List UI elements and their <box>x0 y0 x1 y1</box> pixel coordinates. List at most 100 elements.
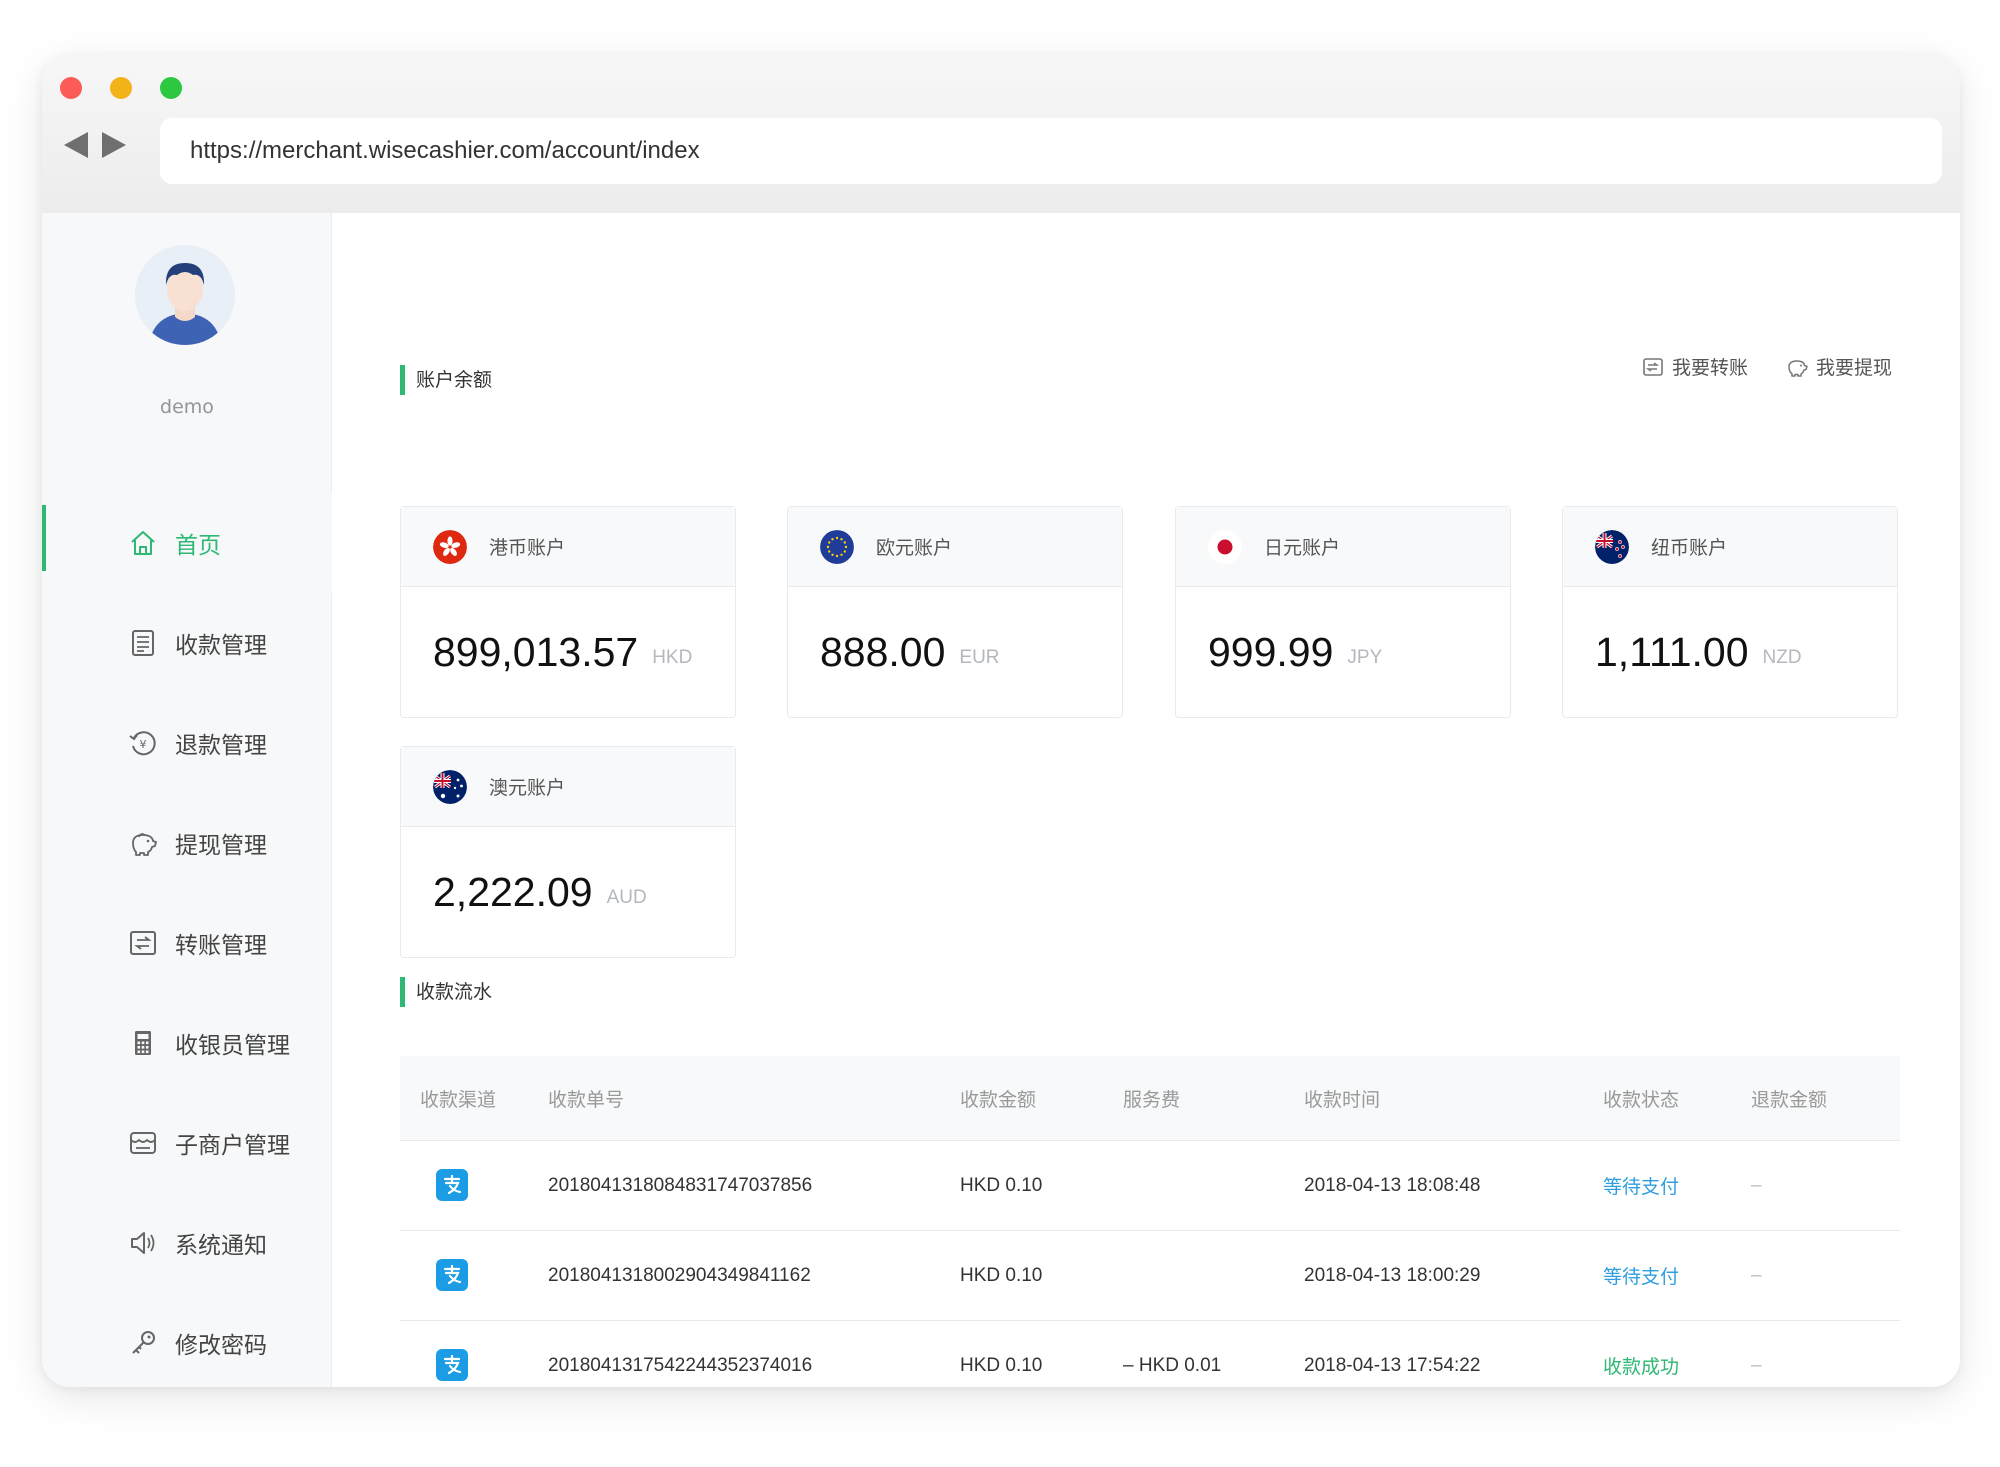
piggy-bank-icon <box>128 828 158 858</box>
account-name: 澳元账户 <box>489 777 566 799</box>
sidebar-item-label: 子商户管理 <box>175 1133 290 1159</box>
forward-arrow-icon[interactable] <box>102 132 126 158</box>
minimize-window-button[interactable] <box>110 77 132 99</box>
calculator-icon <box>128 1028 158 1058</box>
new-zealand-flag-icon <box>1595 529 1629 564</box>
japan-flag-icon <box>1208 529 1242 564</box>
status-cell: 收款成功 <box>1603 1357 1680 1378</box>
table-header: 收款渠道 收款单号 收款金额 服务费 收款时间 收款状态 退款金额 <box>400 1056 1900 1140</box>
sidebar-item-transfers[interactable]: 转账管理 <box>42 893 332 993</box>
column-header: 收款状态 <box>1603 1088 1680 1111</box>
time-cell: 2018-04-13 18:08:48 <box>1304 1174 1481 1196</box>
sidebar-item-refunds[interactable]: ¥ 退款管理 <box>42 693 332 793</box>
back-arrow-icon[interactable] <box>64 132 88 158</box>
sidebar-item-withdrawals[interactable]: 提现管理 <box>42 793 332 893</box>
browser-window: https://merchant.wisecashier.com/account… <box>42 55 1960 1387</box>
status-cell: 等待支付 <box>1603 1177 1680 1198</box>
sidebar-item-home[interactable]: 首页 <box>42 493 332 593</box>
svg-text:¥: ¥ <box>140 738 147 751</box>
account-name: 港币账户 <box>489 537 566 559</box>
home-icon <box>128 528 158 558</box>
transfer-button[interactable]: 我要转账 <box>1642 353 1748 380</box>
transactions-section-title: 收款流水 <box>400 977 492 1007</box>
account-currency: HKD <box>652 647 693 668</box>
column-header: 收款金额 <box>960 1088 1037 1111</box>
user-avatar-icon <box>135 245 235 345</box>
maximize-window-button[interactable] <box>160 77 182 99</box>
sidebar-item-collections[interactable]: 收款管理 <box>42 593 332 693</box>
sidebar-item-sub-merchants[interactable]: 子商户管理 <box>42 1093 332 1193</box>
account-amount: 899,013.57 <box>433 628 639 675</box>
transactions-table: 收款渠道 收款单号 收款金额 服务费 收款时间 收款状态 退款金额 201804… <box>400 1056 1900 1387</box>
column-header: 收款渠道 <box>420 1088 497 1111</box>
transfer-button-label: 我要转账 <box>1671 357 1748 379</box>
refund-cell: – <box>1751 1354 1762 1376</box>
column-header: 收款时间 <box>1304 1088 1381 1111</box>
amount-cell: HKD 0.10 <box>960 1264 1043 1286</box>
refund-cell: – <box>1751 1174 1762 1196</box>
balance-actions: 我要转账 我要提现 <box>1642 353 1892 380</box>
address-bar[interactable]: https://merchant.wisecashier.com/account… <box>160 118 1942 184</box>
status-cell: 等待支付 <box>1603 1267 1680 1288</box>
account-card-body: 2,222.09 AUD <box>401 827 735 957</box>
sidebar-item-label: 转账管理 <box>175 933 267 959</box>
refund-cell: – <box>1751 1264 1762 1286</box>
column-header: 收款单号 <box>548 1088 625 1111</box>
order-number: 2018041318002904349841162 <box>548 1264 811 1286</box>
account-card-header: 欧元账户 <box>788 507 1122 587</box>
eu-flag-icon <box>820 529 854 564</box>
alipay-icon <box>436 1258 468 1291</box>
account-amount: 2,222.09 <box>433 868 593 915</box>
account-amount: 999.99 <box>1208 628 1334 675</box>
account-card-body: 899,013.57 HKD <box>401 587 735 717</box>
account-currency: NZD <box>1762 647 1802 668</box>
sidebar-item-cashiers[interactable]: 收银员管理 <box>42 993 332 1093</box>
sidebar-item-notifications[interactable]: 系统通知 <box>42 1193 332 1293</box>
account-card-nzd[interactable]: 纽币账户 1,111.00 NZD <box>1562 506 1898 718</box>
account-card-body: 999.99 JPY <box>1176 587 1510 717</box>
channel-cell <box>400 1348 548 1383</box>
sidebar-item-label: 收款管理 <box>175 633 267 659</box>
channel-cell <box>400 1168 548 1203</box>
avatar[interactable] <box>135 245 235 345</box>
account-amount: 1,111.00 <box>1595 628 1749 675</box>
table-row[interactable]: 2018041317542244352374016 HKD 0.10 – HKD… <box>400 1320 1900 1387</box>
account-card-hkd[interactable]: 港币账户 899,013.57 HKD <box>400 506 736 718</box>
amount-cell: HKD 0.10 <box>960 1354 1043 1376</box>
account-currency: EUR <box>959 647 1000 668</box>
fee-cell: – HKD 0.01 <box>1123 1354 1222 1376</box>
key-icon <box>128 1328 158 1358</box>
transfer-icon <box>1643 357 1663 376</box>
withdraw-button[interactable]: 我要提现 <box>1786 353 1892 380</box>
account-card-header: 纽币账户 <box>1563 507 1897 587</box>
account-currency: JPY <box>1347 647 1383 668</box>
table-row[interactable]: 2018041318002904349841162 HKD 0.10 2018-… <box>400 1230 1900 1320</box>
sidebar-item-change-password[interactable]: 修改密码 <box>42 1293 332 1387</box>
account-currency: AUD <box>606 887 647 908</box>
withdraw-button-label: 我要提现 <box>1815 357 1892 379</box>
close-window-button[interactable] <box>60 77 82 99</box>
column-header: 服务费 <box>1123 1088 1181 1111</box>
account-name: 欧元账户 <box>876 537 953 559</box>
account-name: 纽币账户 <box>1651 537 1728 559</box>
sidebar-item-label: 系统通知 <box>175 1233 267 1259</box>
sidebar: demo 首页 收款管理 ¥ 退款管理 提现管理 转账管理 收银员管理 子商户管… <box>42 213 332 1387</box>
alipay-icon <box>436 1348 468 1381</box>
account-name: 日元账户 <box>1264 537 1341 559</box>
account-card-body: 1,111.00 NZD <box>1563 587 1897 717</box>
username: demo <box>160 396 214 418</box>
account-card-eur[interactable]: 欧元账户 888.00 EUR <box>787 506 1123 718</box>
receipt-icon <box>128 628 158 658</box>
sidebar-item-label: 提现管理 <box>175 833 267 859</box>
amount-cell: HKD 0.10 <box>960 1174 1043 1196</box>
sidebar-item-label: 修改密码 <box>175 1333 267 1359</box>
sidebar-menu: 首页 收款管理 ¥ 退款管理 提现管理 转账管理 收银员管理 子商户管理 系统通… <box>42 493 332 1387</box>
account-amount: 888.00 <box>820 628 946 675</box>
account-card-jpy[interactable]: 日元账户 999.99 JPY <box>1175 506 1511 718</box>
browser-titlebar: https://merchant.wisecashier.com/account… <box>42 55 1960 213</box>
balance-section-title: 账户余额 <box>400 365 492 395</box>
account-card-aud[interactable]: 澳元账户 2,222.09 AUD <box>400 746 736 958</box>
table-row[interactable]: 2018041318084831747037856 HKD 0.10 2018-… <box>400 1140 1900 1230</box>
sidebar-item-label: 首页 <box>175 533 221 559</box>
transfer-icon <box>128 928 158 958</box>
